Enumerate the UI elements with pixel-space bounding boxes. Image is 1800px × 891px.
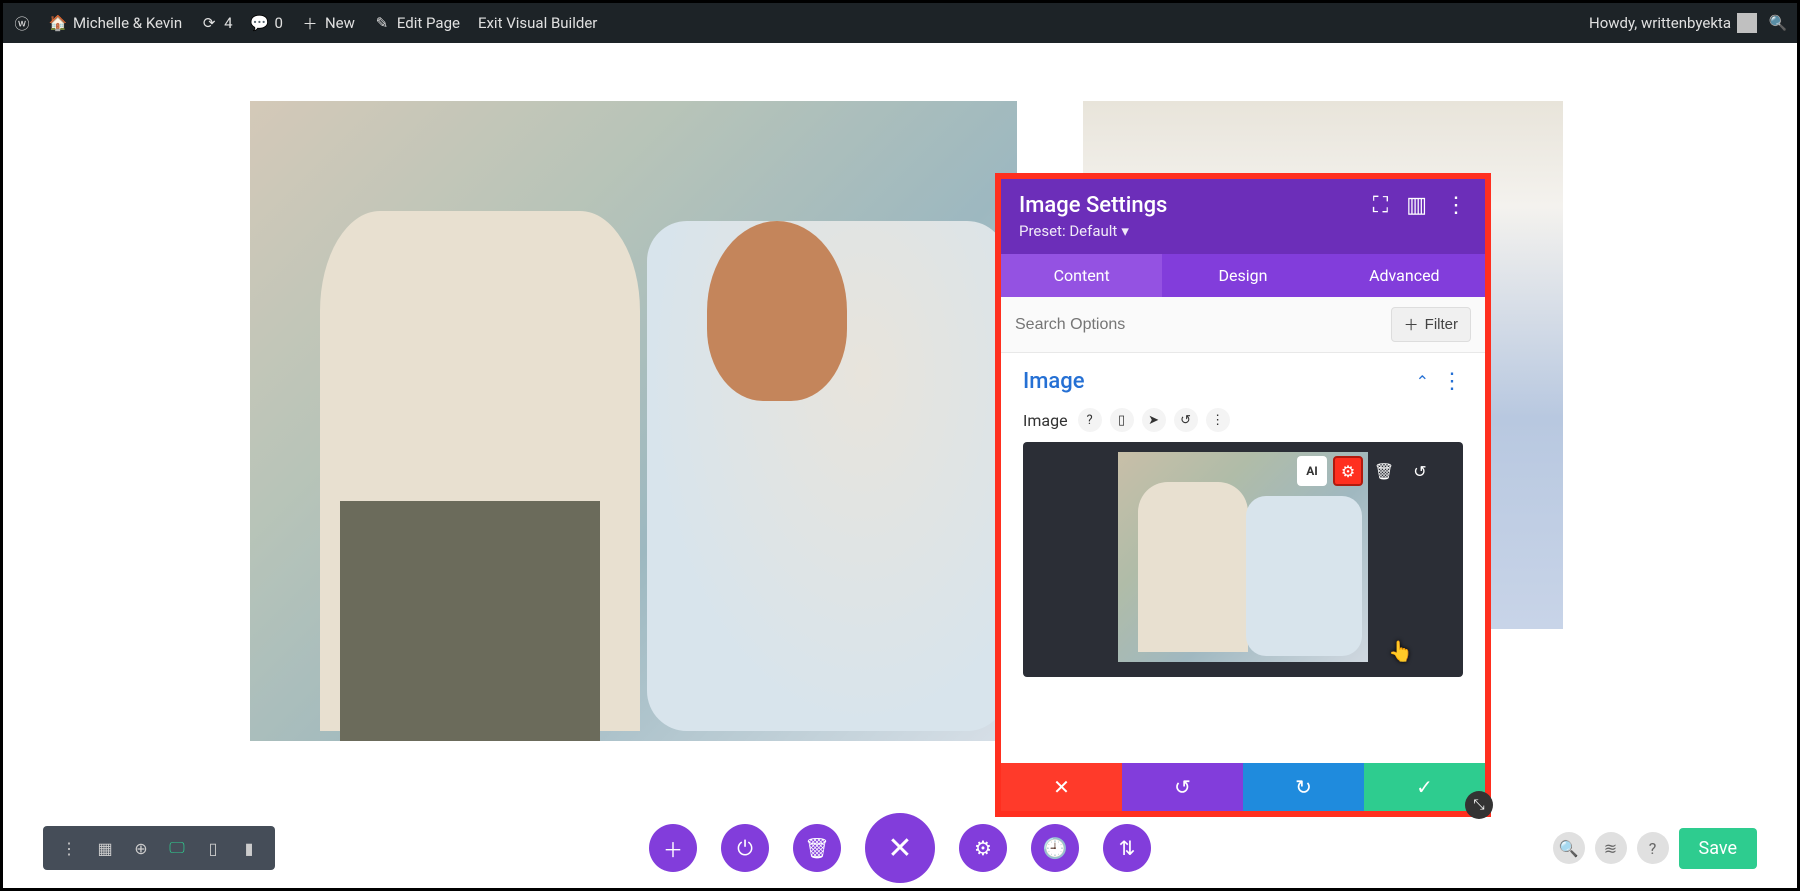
panel-tabs: Content Design Advanced bbox=[1001, 254, 1485, 297]
history-button[interactable]: 🕘 bbox=[1031, 824, 1079, 872]
howdy-menu[interactable]: Howdy, writtenbyekta bbox=[1589, 13, 1757, 33]
chevron-up-icon[interactable]: ⌃ bbox=[1416, 372, 1429, 391]
check-icon: ✓ bbox=[1416, 775, 1433, 799]
close-builder-button[interactable]: ✕ bbox=[865, 813, 935, 883]
close-icon: ✕ bbox=[1053, 775, 1070, 799]
cursor-icon: 👆 bbox=[1388, 639, 1413, 663]
page-canvas: Image Settings ⛶ ▥ ⋮ Preset: Default ▾ C… bbox=[3, 43, 1797, 888]
trash-icon[interactable]: 🗑 bbox=[1369, 456, 1399, 486]
expand-icon[interactable]: ⛶ bbox=[1373, 193, 1388, 218]
section-more-icon[interactable]: ⋮ bbox=[1441, 369, 1463, 394]
add-button[interactable]: ＋ bbox=[649, 824, 697, 872]
wireframe-icon[interactable]: ▦ bbox=[87, 832, 123, 864]
preset-label: Preset: Default bbox=[1019, 222, 1117, 240]
more-icon[interactable]: ⋮ bbox=[1445, 193, 1467, 218]
help-icon[interactable]: ? bbox=[1637, 832, 1669, 864]
image-preview-area[interactable]: AI ⚙ 🗑 ↺ 👆 bbox=[1023, 442, 1463, 677]
reset-icon[interactable]: ↺ bbox=[1174, 408, 1198, 432]
edit-page-label: Edit Page bbox=[397, 14, 460, 32]
discard-button[interactable]: ✕ bbox=[1001, 763, 1122, 811]
undo-icon: ↺ bbox=[1174, 775, 1191, 799]
responsive-icon[interactable]: ▯ bbox=[1110, 408, 1134, 432]
comments-count: 0 bbox=[275, 14, 283, 32]
image-settings-panel: Image Settings ⛶ ▥ ⋮ Preset: Default ▾ C… bbox=[995, 173, 1491, 817]
site-name-menu[interactable]: 🏠 Michelle & Kevin bbox=[49, 14, 182, 32]
gear-icon[interactable]: ⚙ bbox=[1333, 456, 1363, 486]
refresh-icon: ⟳ bbox=[200, 14, 218, 32]
howdy-label: Howdy, writtenbyekta bbox=[1589, 14, 1731, 32]
panel-header: Image Settings ⛶ ▥ ⋮ Preset: Default ▾ bbox=[1001, 179, 1485, 254]
wp-logo[interactable]: ⓦ bbox=[13, 14, 31, 32]
comments-menu[interactable]: 💬0 bbox=[251, 14, 283, 32]
comment-icon: 💬 bbox=[251, 14, 269, 32]
divi-bottom-bar: ⋮ ▦ ⊕ 🖵 ▯ ▮ ＋ ⏻ 🗑 ✕ ⚙ 🕘 ⇅ 🔍 ≋ ? Save bbox=[3, 826, 1797, 870]
updates-menu[interactable]: ⟳4 bbox=[200, 14, 232, 32]
panel-title-text: Image Settings bbox=[1019, 193, 1167, 218]
chevron-down-icon: ▾ bbox=[1121, 222, 1129, 240]
plus-icon: ＋ bbox=[1404, 314, 1419, 335]
find-icon[interactable]: 🔍 bbox=[1553, 832, 1585, 864]
hover-icon[interactable]: ➤ bbox=[1142, 408, 1166, 432]
tablet-icon[interactable]: ▯ bbox=[195, 832, 231, 864]
filter-button[interactable]: ＋ Filter bbox=[1391, 307, 1471, 342]
tab-advanced[interactable]: Advanced bbox=[1324, 254, 1485, 297]
field-more-icon[interactable]: ⋮ bbox=[1206, 408, 1230, 432]
wp-admin-bar: ⓦ 🏠Michelle & Kevin ⟳4 💬0 ＋New ✎Edit Pag… bbox=[3, 3, 1797, 43]
layers-icon[interactable]: ≋ bbox=[1595, 832, 1627, 864]
pencil-icon: ✎ bbox=[373, 14, 391, 32]
divi-right-actions: 🔍 ≋ ? Save bbox=[1553, 828, 1758, 869]
preset-dropdown[interactable]: Preset: Default ▾ bbox=[1019, 222, 1467, 240]
settings-button[interactable]: ⚙ bbox=[959, 824, 1007, 872]
image-field-row: Image ? ▯ ➤ ↺ ⋮ bbox=[1023, 408, 1463, 432]
exit-visual-builder-link[interactable]: Exit Visual Builder bbox=[478, 14, 597, 32]
sort-button[interactable]: ⇅ bbox=[1103, 824, 1151, 872]
avatar bbox=[1737, 13, 1757, 33]
new-label: New bbox=[325, 14, 355, 32]
image-content bbox=[250, 101, 1017, 741]
dashboard-icon: 🏠 bbox=[49, 14, 67, 32]
zoom-icon[interactable]: ⊕ bbox=[123, 832, 159, 864]
menu-icon[interactable]: ⋮ bbox=[51, 832, 87, 864]
edit-page-link[interactable]: ✎ Edit Page bbox=[373, 14, 460, 32]
search-options-input[interactable] bbox=[1015, 316, 1391, 334]
filter-label: Filter bbox=[1425, 316, 1458, 333]
site-name-label: Michelle & Kevin bbox=[73, 14, 182, 32]
updates-count: 4 bbox=[224, 14, 232, 32]
help-icon[interactable]: ? bbox=[1078, 408, 1102, 432]
panel-footer: ✕ ↺ ↻ ✓ bbox=[1001, 763, 1485, 811]
snap-icon[interactable]: ▥ bbox=[1406, 193, 1427, 218]
undo-button[interactable]: ↺ bbox=[1122, 763, 1243, 811]
desktop-icon[interactable]: 🖵 bbox=[159, 832, 195, 864]
thumbnail-toolbar: AI ⚙ 🗑 ↺ bbox=[1297, 456, 1435, 486]
main-image-module[interactable] bbox=[250, 101, 1017, 741]
undo-icon[interactable]: ↺ bbox=[1405, 456, 1435, 486]
image-field-label: Image bbox=[1023, 411, 1068, 430]
exit-vb-label: Exit Visual Builder bbox=[478, 14, 597, 32]
search-icon: 🔍 bbox=[1769, 14, 1787, 32]
image-section-header[interactable]: Image ⌃ ⋮ bbox=[1023, 369, 1463, 394]
wordpress-icon: ⓦ bbox=[13, 14, 31, 32]
section-title: Image bbox=[1023, 369, 1085, 394]
divi-center-actions: ＋ ⏻ 🗑 ✕ ⚙ 🕘 ⇅ bbox=[649, 813, 1151, 883]
view-modes-group: ⋮ ▦ ⊕ 🖵 ▯ ▮ bbox=[43, 826, 275, 870]
ai-button[interactable]: AI bbox=[1297, 456, 1327, 486]
redo-button[interactable]: ↻ bbox=[1243, 763, 1364, 811]
search-toggle[interactable]: 🔍 bbox=[1769, 14, 1787, 32]
plus-icon: ＋ bbox=[301, 14, 319, 32]
phone-icon[interactable]: ▮ bbox=[231, 832, 267, 864]
power-button[interactable]: ⏻ bbox=[721, 824, 769, 872]
panel-body: Image ⌃ ⋮ Image ? ▯ ➤ ↺ ⋮ bbox=[1001, 353, 1485, 693]
save-page-button[interactable]: Save bbox=[1679, 828, 1758, 869]
new-menu[interactable]: ＋ New bbox=[301, 14, 355, 32]
resize-handle[interactable]: ⤡ bbox=[1465, 791, 1493, 819]
tab-content[interactable]: Content bbox=[1001, 254, 1162, 297]
panel-search-row: ＋ Filter bbox=[1001, 297, 1485, 353]
redo-icon: ↻ bbox=[1295, 775, 1312, 799]
delete-button[interactable]: 🗑 bbox=[793, 824, 841, 872]
tab-design[interactable]: Design bbox=[1162, 254, 1323, 297]
